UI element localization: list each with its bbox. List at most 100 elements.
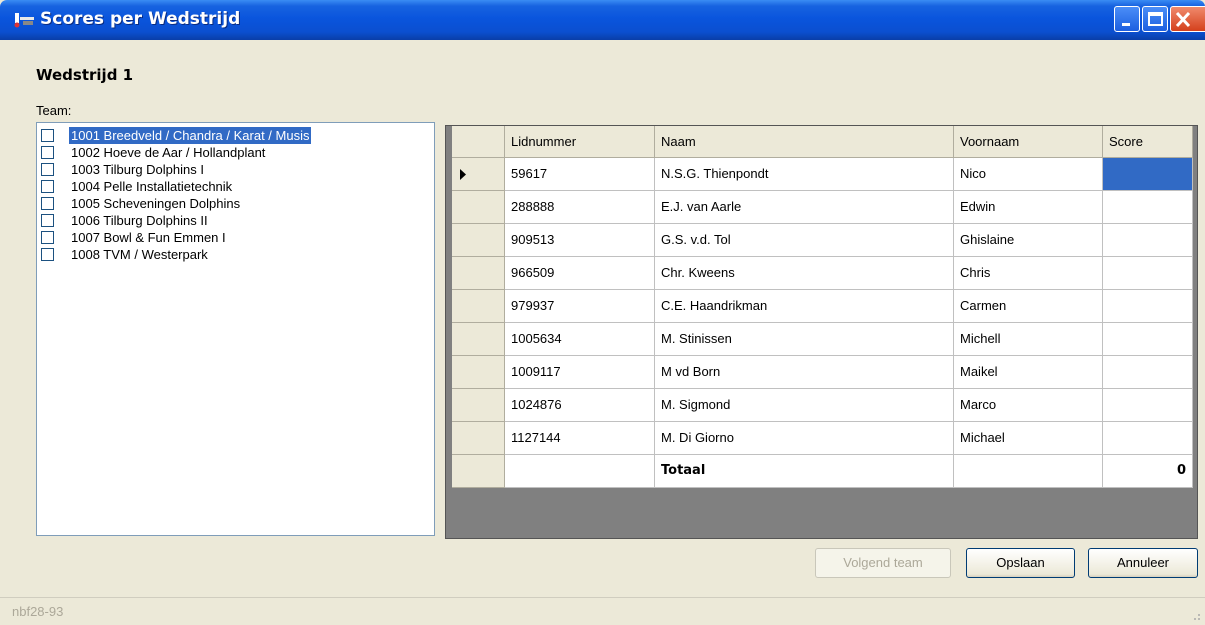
cell-naam[interactable]: M. Di Giorno: [655, 422, 954, 455]
list-item[interactable]: 1004 Pelle Installatietechnik: [39, 178, 433, 195]
cell-naam[interactable]: M. Sigmond: [655, 389, 954, 422]
total-label: Totaal: [655, 455, 954, 488]
list-item[interactable]: 1006 Tilburg Dolphins II: [39, 212, 433, 229]
list-item-label: 1003 Tilburg Dolphins I: [71, 162, 204, 177]
title-bar[interactable]: Scores per Wedstrijd: [0, 0, 1205, 40]
team-label: Team:: [36, 103, 72, 118]
cell-voornaam[interactable]: Michael: [954, 422, 1103, 455]
checkbox[interactable]: [41, 248, 54, 261]
checkbox[interactable]: [41, 180, 54, 193]
row-header[interactable]: [452, 422, 505, 455]
checkbox[interactable]: [41, 129, 54, 142]
cell-voornaam[interactable]: Nico: [954, 158, 1103, 191]
list-item[interactable]: 1001 Breedveld / Chandra / Karat / Musis: [39, 127, 433, 144]
checkbox[interactable]: [41, 231, 54, 244]
cell-lidnummer[interactable]: 966509: [505, 257, 655, 290]
cell-voornaam[interactable]: Marco: [954, 389, 1103, 422]
cell-lidnummer[interactable]: 1009117: [505, 356, 655, 389]
list-item[interactable]: 1007 Bowl & Fun Emmen I: [39, 229, 433, 246]
scores-grid[interactable]: Lidnummer Naam Voornaam Score 59617 N.S.G…: [445, 125, 1198, 539]
close-icon: [1175, 11, 1191, 28]
cell-voornaam[interactable]: Michell: [954, 323, 1103, 356]
list-item-label: 1002 Hoeve de Aar / Hollandplant: [71, 145, 266, 160]
checkbox[interactable]: [41, 197, 54, 210]
row-header[interactable]: [452, 191, 505, 224]
cell-voornaam[interactable]: Carmen: [954, 290, 1103, 323]
cell-lidnummer[interactable]: 909513: [505, 224, 655, 257]
row-header[interactable]: [452, 455, 505, 488]
grid-corner-header[interactable]: [452, 126, 505, 158]
main-window: Scores per Wedstrijd Wedstrijd 1 Team: 1…: [0, 0, 1205, 625]
list-item-label: 1007 Bowl & Fun Emmen I: [71, 230, 226, 245]
column-header-naam[interactable]: Naam: [655, 126, 954, 158]
cell-score[interactable]: [1103, 356, 1193, 389]
next-team-button[interactable]: Volgend team: [815, 548, 951, 578]
cell-score[interactable]: [1103, 290, 1193, 323]
cell-score[interactable]: [1103, 323, 1193, 356]
checkbox[interactable]: [41, 146, 54, 159]
list-item-label: 1005 Scheveningen Dolphins: [71, 196, 241, 211]
cell-lidnummer[interactable]: 1127144: [505, 422, 655, 455]
cell-lidnummer[interactable]: 59617: [505, 158, 655, 191]
column-header-score[interactable]: Score: [1103, 126, 1193, 158]
cell-voornaam[interactable]: Chris: [954, 257, 1103, 290]
row-header[interactable]: [452, 389, 505, 422]
cell-score[interactable]: [1103, 224, 1193, 257]
close-button[interactable]: [1170, 6, 1205, 32]
row-header[interactable]: [452, 356, 505, 389]
list-item-label: 1004 Pelle Installatietechnik: [71, 179, 233, 194]
total-cell-empty: [505, 455, 655, 488]
status-bar: nbf28-93: [0, 597, 1205, 625]
column-header-voornaam[interactable]: Voornaam: [954, 126, 1103, 158]
cell-lidnummer[interactable]: 1005634: [505, 323, 655, 356]
list-item-label: 1006 Tilburg Dolphins II: [71, 213, 208, 228]
cell-naam[interactable]: M. Stinissen: [655, 323, 954, 356]
window-title: Scores per Wedstrijd: [40, 9, 241, 29]
maximize-icon: [1148, 12, 1163, 26]
match-heading: Wedstrijd 1: [36, 66, 134, 84]
resize-grip-icon[interactable]: [1191, 611, 1201, 621]
row-header[interactable]: [452, 257, 505, 290]
cell-voornaam[interactable]: Ghislaine: [954, 224, 1103, 257]
app-icon: [14, 13, 34, 28]
total-value: 0: [1103, 455, 1193, 488]
list-item[interactable]: 1003 Tilburg Dolphins I: [39, 161, 433, 178]
cell-voornaam[interactable]: Edwin: [954, 191, 1103, 224]
total-cell-empty: [954, 455, 1103, 488]
cell-naam[interactable]: Chr. Kweens: [655, 257, 954, 290]
list-item-label: 1008 TVM / Westerpark: [71, 247, 208, 262]
list-item[interactable]: 1008 TVM / Westerpark: [39, 246, 433, 263]
minimize-button[interactable]: [1114, 6, 1140, 32]
checkbox[interactable]: [41, 214, 54, 227]
save-button[interactable]: Opslaan: [966, 548, 1075, 578]
column-header-lidnummer[interactable]: Lidnummer: [505, 126, 655, 158]
minimize-icon: [1122, 23, 1130, 26]
row-header[interactable]: [452, 290, 505, 323]
team-checklist[interactable]: 1001 Breedveld / Chandra / Karat / Musis…: [36, 122, 435, 536]
list-item[interactable]: 1005 Scheveningen Dolphins: [39, 195, 433, 212]
status-text: nbf28-93: [12, 604, 64, 619]
maximize-button[interactable]: [1142, 6, 1168, 32]
cancel-button[interactable]: Annuleer: [1088, 548, 1198, 578]
cell-lidnummer[interactable]: 979937: [505, 290, 655, 323]
row-header[interactable]: [452, 224, 505, 257]
list-item[interactable]: 1002 Hoeve de Aar / Hollandplant: [39, 144, 433, 161]
cell-score[interactable]: [1103, 191, 1193, 224]
cell-naam[interactable]: E.J. van Aarle: [655, 191, 954, 224]
cell-naam[interactable]: G.S. v.d. Tol: [655, 224, 954, 257]
cell-naam[interactable]: M vd Born: [655, 356, 954, 389]
cell-score[interactable]: [1103, 158, 1193, 191]
cell-lidnummer[interactable]: 1024876: [505, 389, 655, 422]
list-item-label: 1001 Breedveld / Chandra / Karat / Musis: [69, 127, 312, 144]
checkbox[interactable]: [41, 163, 54, 176]
row-header[interactable]: [452, 158, 505, 191]
row-header[interactable]: [452, 323, 505, 356]
cell-score[interactable]: [1103, 389, 1193, 422]
cell-score[interactable]: [1103, 422, 1193, 455]
current-row-icon: [460, 169, 466, 180]
cell-naam[interactable]: N.S.G. Thienpondt: [655, 158, 954, 191]
cell-naam[interactable]: C.E. Haandrikman: [655, 290, 954, 323]
cell-voornaam[interactable]: Maikel: [954, 356, 1103, 389]
cell-score[interactable]: [1103, 257, 1193, 290]
cell-lidnummer[interactable]: 288888: [505, 191, 655, 224]
